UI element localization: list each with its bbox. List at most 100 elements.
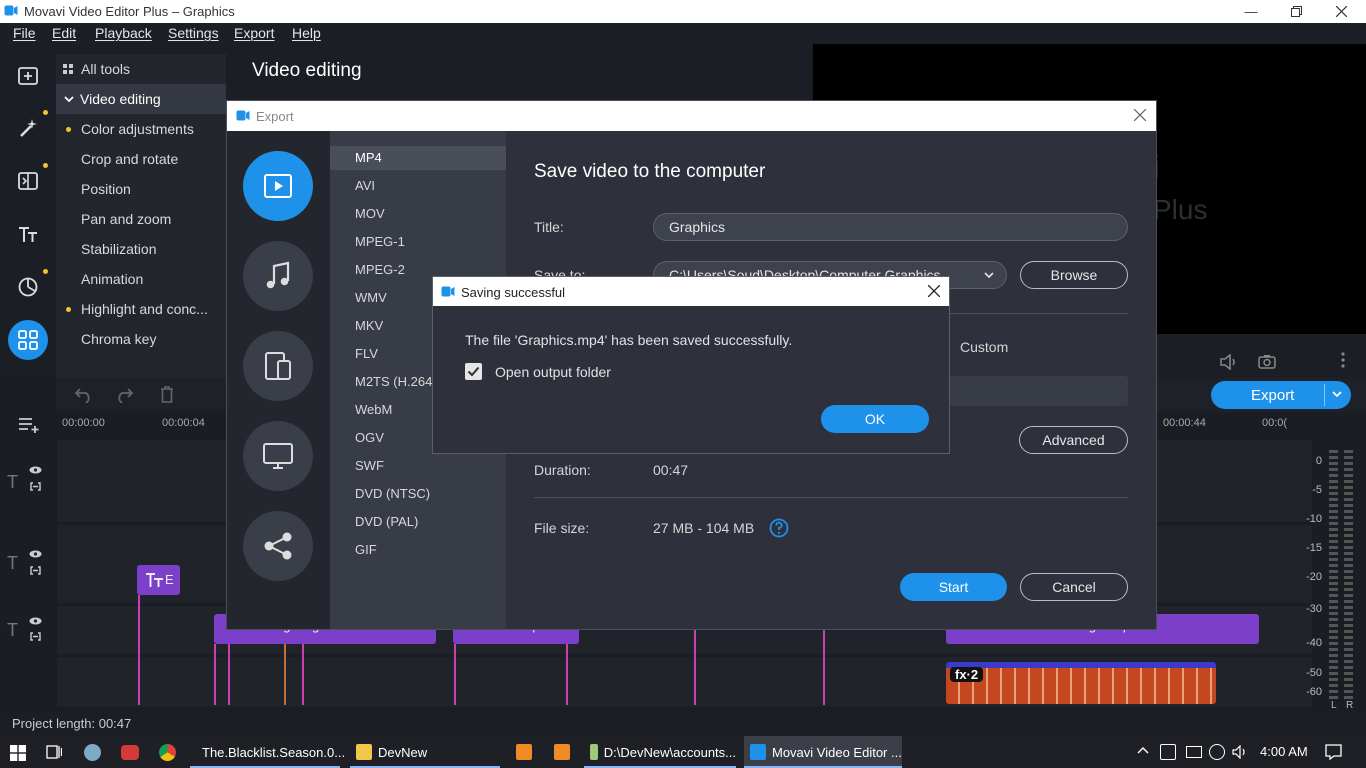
eye-icon[interactable] xyxy=(29,550,42,558)
custom-option[interactable]: Custom xyxy=(960,339,1008,355)
task-view-icon[interactable] xyxy=(46,745,62,759)
titles-button[interactable] xyxy=(8,214,48,254)
speaker-icon[interactable] xyxy=(1232,745,1248,759)
tool-stabilization[interactable]: Stabilization xyxy=(56,234,226,264)
close-icon[interactable] xyxy=(1134,109,1146,121)
vu-scale-label: -50 xyxy=(1306,667,1322,679)
tool-rail xyxy=(0,44,56,378)
cancel-button[interactable]: Cancel xyxy=(1020,573,1128,601)
undo-icon[interactable] xyxy=(74,387,94,403)
trash-icon[interactable] xyxy=(160,386,174,403)
ok-button[interactable]: OK xyxy=(821,405,929,433)
format-item[interactable]: AVI xyxy=(330,174,506,198)
volume-icon[interactable] xyxy=(1219,354,1239,370)
battery-icon[interactable] xyxy=(1186,746,1202,758)
vu-scale-label: -20 xyxy=(1306,571,1322,583)
open-folder-checkbox[interactable] xyxy=(465,363,482,380)
format-item[interactable]: MPEG-1 xyxy=(330,230,506,254)
menu-playback[interactable]: Playback xyxy=(95,25,152,41)
tool-highlight[interactable]: Highlight and conc... xyxy=(56,294,226,324)
snapshot-icon[interactable] xyxy=(1258,354,1276,369)
category-audio[interactable] xyxy=(243,241,313,311)
category-video-file[interactable] xyxy=(243,151,313,221)
add-track-icon[interactable] xyxy=(18,417,40,433)
taskbar-item-notepad[interactable]: D:\DevNew\accounts... xyxy=(584,736,736,768)
format-item[interactable]: SWF xyxy=(330,454,506,478)
notification-icon[interactable] xyxy=(1325,744,1342,760)
titles-icon xyxy=(145,572,165,588)
help-icon[interactable] xyxy=(769,518,789,538)
link-icon[interactable] xyxy=(29,632,42,641)
export-button[interactable]: Export xyxy=(1211,381,1351,409)
format-item[interactable]: MP4 xyxy=(330,146,506,170)
import-button[interactable] xyxy=(8,55,48,95)
taskbar-item-movavi[interactable]: Movavi Video Editor ... xyxy=(744,736,902,768)
menu-edit[interactable]: Edit xyxy=(52,25,76,41)
all-tools-label: All tools xyxy=(81,61,131,77)
stickers-button[interactable] xyxy=(8,267,48,307)
app-icon[interactable] xyxy=(84,744,101,761)
restore-button[interactable] xyxy=(1273,0,1319,23)
tray-icon[interactable] xyxy=(1160,744,1176,760)
taskbar-item-folder[interactable]: The.Blacklist.Season.0... xyxy=(190,736,345,768)
more-tools-button[interactable] xyxy=(8,320,48,360)
menu-help[interactable]: Help xyxy=(292,25,321,41)
globe-icon[interactable] xyxy=(1209,744,1225,760)
link-icon[interactable] xyxy=(29,566,42,575)
chevron-up-icon[interactable] xyxy=(1137,746,1149,754)
app-icon[interactable] xyxy=(121,745,139,760)
clock[interactable]: 4:00 AM xyxy=(1260,744,1308,759)
tool-crop-rotate[interactable]: Crop and rotate xyxy=(56,144,226,174)
video-editing-section[interactable]: Video editing xyxy=(56,84,226,114)
saving-successful-dialog: Saving successful The file 'Graphics.mp4… xyxy=(433,277,949,453)
windows-start-icon[interactable] xyxy=(10,745,26,761)
video-clip-thumbnails[interactable] xyxy=(946,662,1216,704)
filters-button[interactable] xyxy=(8,108,48,148)
text-track-icon: T xyxy=(7,553,18,573)
quality-bar[interactable] xyxy=(927,376,1128,406)
browse-button[interactable]: Browse xyxy=(1020,261,1128,289)
chevron-down-icon[interactable] xyxy=(984,272,994,279)
eye-icon[interactable] xyxy=(29,617,42,625)
tool-animation[interactable]: Animation xyxy=(56,264,226,294)
transitions-button[interactable] xyxy=(8,161,48,201)
vu-scale-label: -40 xyxy=(1306,637,1322,649)
start-button[interactable]: Start xyxy=(900,573,1007,601)
format-item[interactable]: MOV xyxy=(330,202,506,226)
movavi-app-icon xyxy=(236,109,250,122)
redo-icon[interactable] xyxy=(114,387,134,403)
menu-settings[interactable]: Settings xyxy=(168,25,219,41)
format-item[interactable]: DVD (NTSC) xyxy=(330,482,506,506)
format-item[interactable]: DVD (PAL) xyxy=(330,510,506,534)
category-devices[interactable] xyxy=(243,331,313,401)
more-options-icon[interactable] xyxy=(1341,352,1345,368)
chrome-icon[interactable] xyxy=(159,744,176,761)
transition-icon xyxy=(17,170,39,192)
app-icon[interactable] xyxy=(516,744,532,760)
title-input[interactable]: Graphics xyxy=(653,213,1128,241)
category-tv[interactable] xyxy=(243,421,313,491)
link-icon[interactable] xyxy=(29,482,42,491)
chevron-down-icon[interactable] xyxy=(1332,391,1342,398)
marker-line xyxy=(566,644,568,705)
title-label: Title: xyxy=(534,219,564,235)
advanced-button[interactable]: Advanced xyxy=(1019,426,1128,454)
menu-file[interactable]: File xyxy=(13,25,36,41)
movavi-app-icon xyxy=(750,744,766,760)
tool-position[interactable]: Position xyxy=(56,174,226,204)
duration-label: Duration: xyxy=(534,462,591,478)
app-icon[interactable] xyxy=(554,744,570,760)
category-share[interactable] xyxy=(243,511,313,581)
tool-pan-zoom[interactable]: Pan and zoom xyxy=(56,204,226,234)
format-item[interactable]: GIF xyxy=(330,538,506,562)
tool-chroma-key[interactable]: Chroma key xyxy=(56,324,226,354)
menu-export[interactable]: Export xyxy=(234,25,274,41)
close-icon[interactable] xyxy=(928,285,940,297)
close-window-button[interactable] xyxy=(1318,0,1364,23)
all-tools-item[interactable]: All tools xyxy=(56,54,226,84)
tool-color-adjustments[interactable]: Color adjustments xyxy=(56,114,226,144)
taskbar-item-devnew[interactable]: DevNew xyxy=(350,736,500,768)
eye-icon[interactable] xyxy=(29,466,42,474)
minimize-button[interactable]: — xyxy=(1228,0,1274,23)
tools-panel: All tools Video editing Color adjustment… xyxy=(56,54,226,378)
